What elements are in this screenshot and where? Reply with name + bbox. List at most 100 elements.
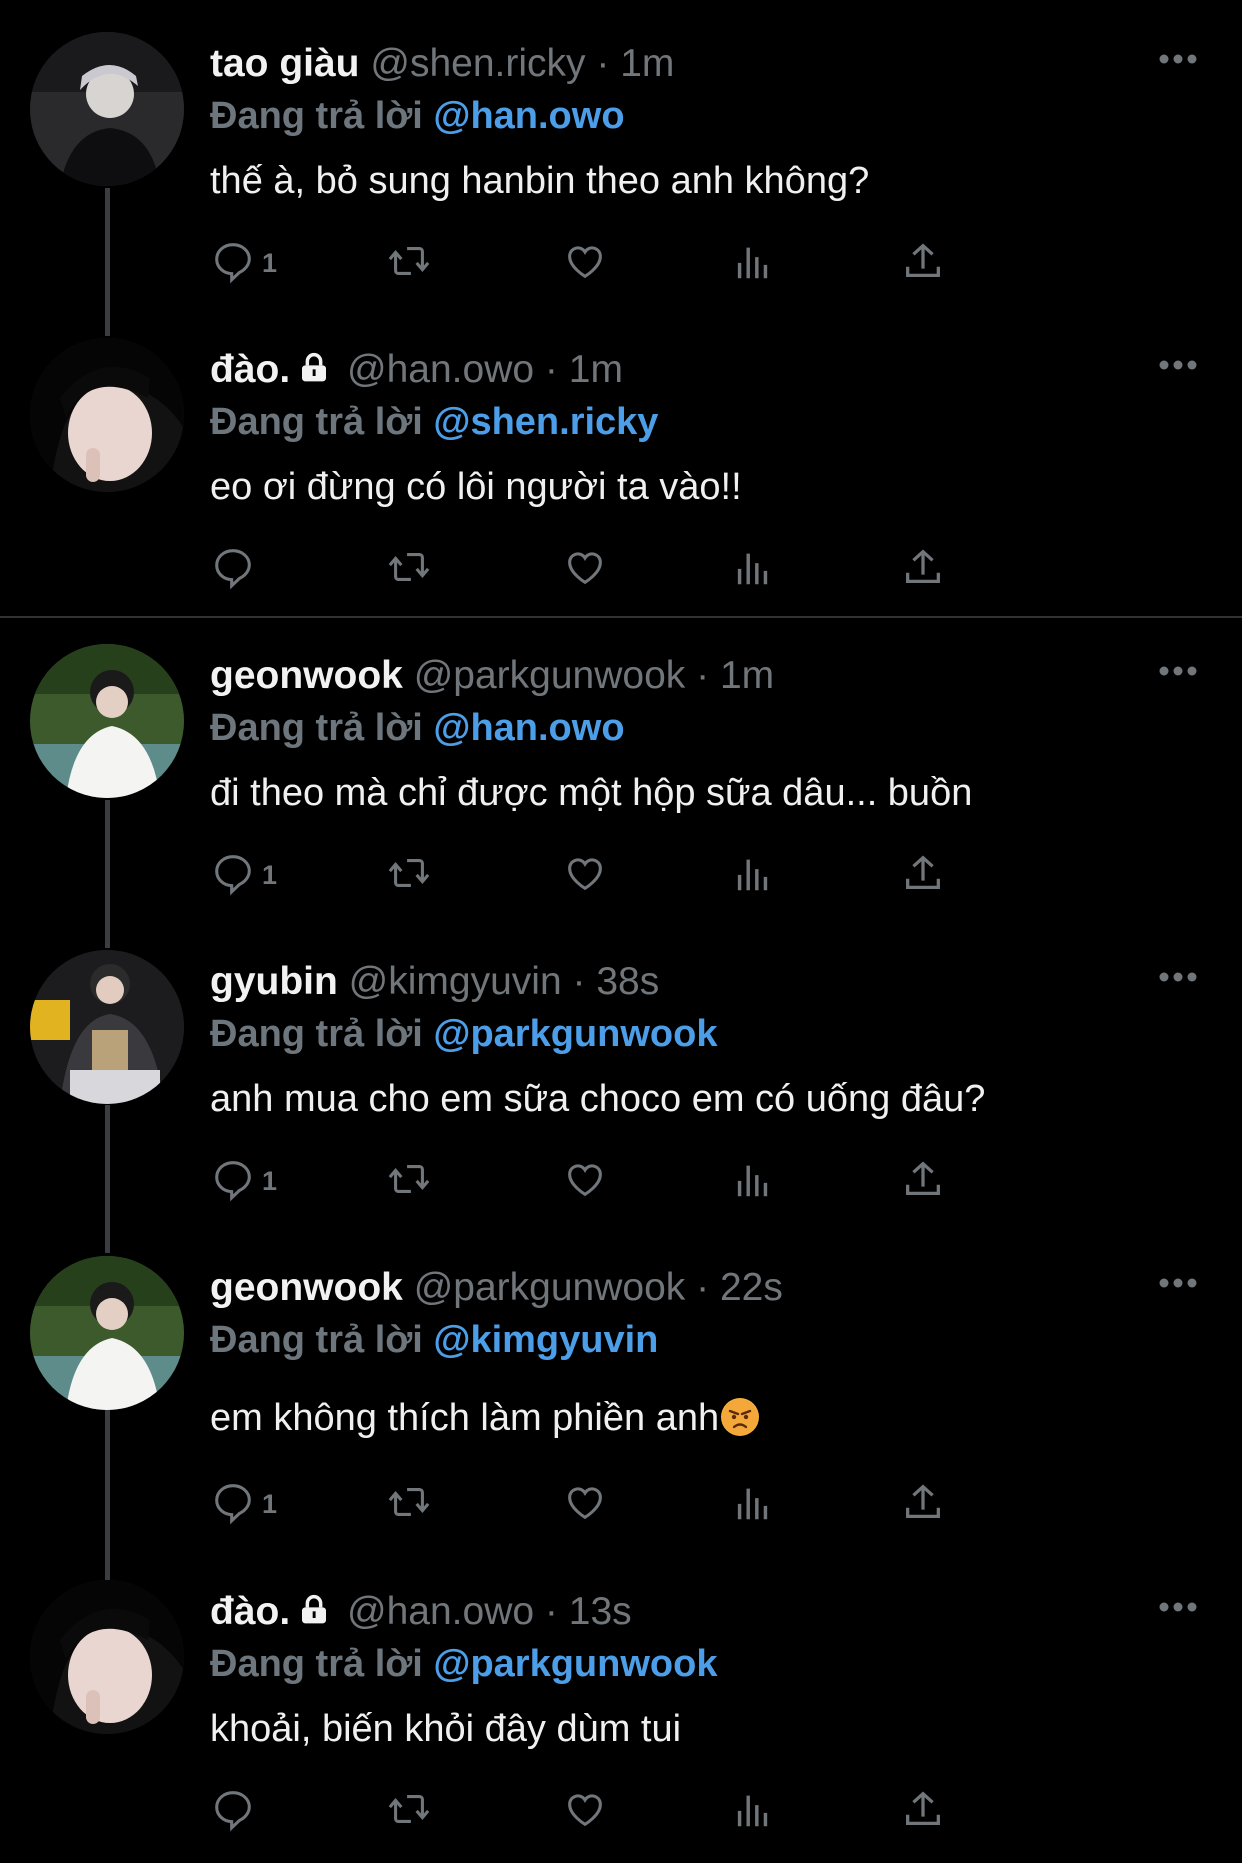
separator-dot: · [696, 1266, 710, 1309]
more-icon[interactable] [1158, 52, 1198, 66]
user-handle[interactable]: @han.owo [347, 1590, 534, 1633]
timestamp[interactable]: 1m [720, 654, 774, 697]
share-button[interactable] [900, 237, 946, 289]
reply-button[interactable] [210, 1785, 262, 1837]
avatar[interactable] [30, 1256, 184, 1410]
heart-icon [562, 1786, 608, 1837]
lock-icon [298, 1590, 330, 1638]
views-button[interactable] [730, 1155, 776, 1207]
avatar[interactable] [30, 644, 184, 798]
reply-mention[interactable]: @shen.ricky [433, 401, 658, 443]
more-icon[interactable] [1158, 1276, 1198, 1290]
tweet-text: đi theo mà chỉ được một hộp sữa dâu... b… [210, 772, 973, 814]
timestamp[interactable]: 1m [569, 348, 623, 391]
tweet-header: đào. @han.owo · 1m [210, 346, 623, 396]
retweet-icon [386, 850, 432, 901]
retweet-icon [386, 544, 432, 595]
share-button[interactable] [900, 1155, 946, 1207]
user-handle[interactable]: @parkgunwook [414, 1266, 686, 1309]
display-name[interactable]: đào. [210, 348, 290, 391]
replying-to: Đang trả lời @parkgunwook [210, 1640, 717, 1688]
avatar[interactable] [30, 338, 184, 492]
user-handle[interactable]: @parkgunwook [414, 654, 686, 697]
heart-icon [562, 238, 608, 289]
heart-icon [562, 1479, 608, 1530]
retweet-button[interactable] [386, 1785, 432, 1837]
share-icon [900, 850, 946, 901]
reply-mention[interactable]: @han.owo [433, 95, 624, 137]
user-handle[interactable]: @shen.ricky [370, 42, 585, 85]
reply-button[interactable] [210, 543, 262, 595]
views-button[interactable] [730, 849, 776, 901]
display-name[interactable]: đào. [210, 1590, 290, 1633]
reply-button[interactable]: 1 [210, 237, 277, 289]
timestamp[interactable]: 38s [596, 960, 659, 1003]
like-button[interactable] [562, 237, 608, 289]
user-handle[interactable]: @han.owo [347, 348, 534, 391]
timestamp[interactable]: 22s [720, 1266, 783, 1309]
reply-mention[interactable]: @kimgyuvin [433, 1319, 658, 1361]
display-name[interactable]: geonwook [210, 654, 403, 697]
share-icon [900, 238, 946, 289]
more-icon[interactable] [1158, 1600, 1198, 1614]
separator-dot: · [572, 960, 586, 1003]
avatar[interactable] [30, 950, 184, 1104]
display-name[interactable]: tao giàu [210, 42, 360, 85]
tweet[interactable]: đào. @han.owo · 13s Đang trả lời @parkgu… [0, 1580, 1242, 1863]
views-button[interactable] [730, 543, 776, 595]
tweet[interactable]: đào. @han.owo · 1m Đang trả lời @shen.ri… [0, 338, 1242, 618]
reply-count: 1 [262, 859, 278, 890]
retweet-button[interactable] [386, 1478, 432, 1530]
reply-mention[interactable]: @han.owo [433, 707, 624, 749]
reply-count: 1 [262, 1165, 278, 1196]
replying-to: Đang trả lời @parkgunwook [210, 1010, 717, 1058]
more-icon[interactable] [1158, 358, 1198, 372]
retweet-button[interactable] [386, 1155, 432, 1207]
reply-icon [210, 544, 256, 595]
like-button[interactable] [562, 1785, 608, 1837]
like-button[interactable] [562, 849, 608, 901]
retweet-button[interactable] [386, 849, 432, 901]
retweet-button[interactable] [386, 237, 432, 289]
heart-icon [562, 1156, 608, 1207]
share-button[interactable] [900, 543, 946, 595]
avatar[interactable] [30, 32, 184, 186]
reply-mention[interactable]: @parkgunwook [433, 1013, 717, 1055]
action-bar: 1 [210, 237, 1110, 297]
replying-to: Đang trả lời @shen.ricky [210, 398, 658, 446]
views-button[interactable] [730, 1478, 776, 1530]
tweet-header: tao giàu @shen.ricky · 1m [210, 40, 674, 88]
more-icon[interactable] [1158, 970, 1198, 984]
reply-button[interactable]: 1 [210, 1478, 277, 1530]
timestamp[interactable]: 13s [569, 1590, 632, 1633]
like-button[interactable] [562, 1155, 608, 1207]
reply-button[interactable]: 1 [210, 1155, 277, 1207]
views-button[interactable] [730, 237, 776, 289]
reply-button[interactable]: 1 [210, 849, 277, 901]
display-name[interactable]: gyubin [210, 960, 338, 1003]
share-button[interactable] [900, 1478, 946, 1530]
avatar[interactable] [30, 1580, 184, 1734]
tweet[interactable]: tao giàu @shen.ricky · 1m Đang trả lời @… [0, 32, 1242, 312]
share-button[interactable] [900, 1785, 946, 1837]
more-icon[interactable] [1158, 664, 1198, 678]
retweet-icon [386, 1479, 432, 1530]
tweet-text: khoải, biến khỏi đây dùm tui [210, 1708, 682, 1750]
tweet[interactable]: gyubin @kimgyuvin · 38s Đang trả lời @pa… [0, 950, 1242, 1230]
tweet[interactable]: geonwook @parkgunwook · 1m Đang trả lời … [0, 644, 1242, 924]
tweet[interactable]: geonwook @parkgunwook · 22s Đang trả lời… [0, 1256, 1242, 1556]
views-icon [730, 1786, 776, 1837]
share-button[interactable] [900, 849, 946, 901]
retweet-button[interactable] [386, 543, 432, 595]
reply-prefix: Đang trả lời [210, 95, 423, 137]
user-handle[interactable]: @kimgyuvin [349, 960, 562, 1003]
reply-mention[interactable]: @parkgunwook [433, 1643, 717, 1685]
replying-to: Đang trả lời @han.owo [210, 704, 625, 752]
display-name[interactable]: geonwook [210, 1266, 403, 1309]
tweet-text: em không thích làm phiền anh [210, 1397, 720, 1439]
timestamp[interactable]: 1m [620, 42, 674, 85]
like-button[interactable] [562, 543, 608, 595]
action-bar [210, 543, 1110, 603]
like-button[interactable] [562, 1478, 608, 1530]
views-button[interactable] [730, 1785, 776, 1837]
